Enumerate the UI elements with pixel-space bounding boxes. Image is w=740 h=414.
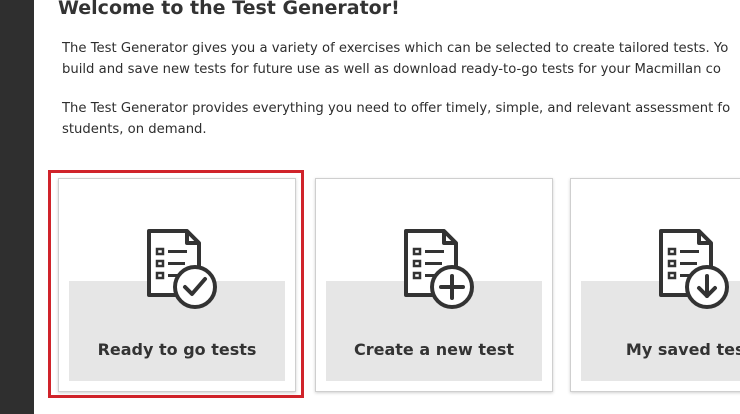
description-paragraph: The Test Generator provides everything y…: [62, 98, 740, 140]
description-line-1: The Test Generator provides everything y…: [62, 101, 731, 116]
card-label: Ready to go tests: [97, 340, 257, 359]
intro-line-1: The Test Generator gives you a variety o…: [62, 41, 729, 56]
my-saved-tests-card[interactable]: My saved test: [570, 178, 740, 392]
document-check-icon: [147, 229, 217, 309]
create-new-test-card[interactable]: Create a new test: [315, 178, 553, 392]
main-content: Welcome to the Test Generator! The Test …: [34, 0, 740, 414]
intro-paragraph: The Test Generator gives you a variety o…: [62, 38, 740, 80]
ready-to-go-tests-card[interactable]: Ready to go tests: [58, 178, 296, 392]
document-download-icon: [659, 229, 729, 309]
description-line-2: students, on demand.: [62, 122, 207, 137]
document-plus-icon: [404, 229, 474, 309]
page-title: Welcome to the Test Generator!: [58, 0, 400, 19]
intro-line-2: build and save new tests for future use …: [62, 62, 721, 77]
card-label: My saved test: [625, 340, 740, 359]
left-sidebar-strip: [0, 0, 34, 414]
card-label: Create a new test: [354, 340, 514, 359]
